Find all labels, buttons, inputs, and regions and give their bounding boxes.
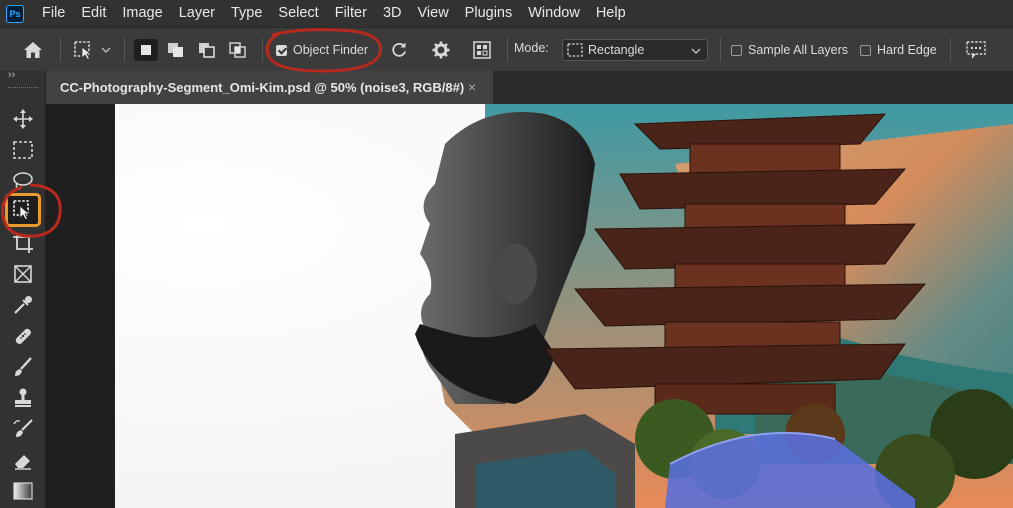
- move-icon: [13, 109, 33, 129]
- collapse-panel-icon[interactable]: ››: [8, 69, 15, 81]
- select-and-mask-button[interactable]: [962, 38, 990, 62]
- eyedropper-tool[interactable]: [8, 291, 38, 319]
- bandage-icon: [15, 328, 31, 344]
- object-finder-label: Object Finder: [293, 43, 369, 57]
- object-selection-icon: [74, 41, 93, 60]
- new-selection-icon: [141, 45, 151, 55]
- refresh-icon: [392, 42, 406, 57]
- refresh-button[interactable]: [386, 38, 412, 62]
- spot-healing-brush-tool[interactable]: [8, 322, 38, 350]
- intersect-selection-button[interactable]: [226, 39, 250, 61]
- menu-file[interactable]: File: [34, 0, 73, 27]
- add-to-selection-button[interactable]: [164, 39, 188, 61]
- crop-tool[interactable]: [8, 229, 38, 257]
- lasso-tool[interactable]: [8, 167, 38, 195]
- eraser-tool[interactable]: [8, 446, 38, 474]
- subtract-selection-icon: [199, 43, 215, 58]
- close-icon[interactable]: ×: [468, 79, 476, 95]
- rectangle-marquee-icon: [567, 43, 583, 57]
- intersect-selection-icon: [229, 42, 246, 58]
- document-tab-strip: CC-Photography-Segment_Omi-Kim.psd @ 50%…: [46, 71, 1013, 104]
- document-tab-title: CC-Photography-Segment_Omi-Kim.psd @ 50%…: [60, 80, 465, 95]
- chevron-down-icon: [691, 48, 701, 54]
- new-selection-button[interactable]: [134, 39, 158, 61]
- home-button[interactable]: [20, 38, 46, 62]
- crop-icon: [13, 233, 33, 253]
- menu-image[interactable]: Image: [114, 0, 170, 27]
- mode-label: Mode:: [514, 41, 549, 55]
- hard-edge-label: Hard Edge: [877, 43, 937, 57]
- object-selection-icon: [13, 200, 31, 221]
- frame-icon: [14, 265, 32, 283]
- brush-icon: [15, 357, 32, 376]
- stamp-icon: [15, 388, 31, 407]
- object-finder-toggle[interactable]: Object Finder: [276, 40, 368, 60]
- options-bar: Object Finder Mode: Rectangle Sample All…: [0, 27, 1013, 71]
- photoshop-logo: Ps: [6, 4, 24, 23]
- menu-select[interactable]: Select: [270, 0, 326, 27]
- tools-panel: ››: [0, 69, 46, 508]
- tool-preset-picker[interactable]: [70, 38, 114, 62]
- menu-filter[interactable]: Filter: [327, 0, 375, 27]
- menu-type[interactable]: Type: [223, 0, 270, 27]
- subtract-from-selection-button[interactable]: [195, 39, 219, 61]
- eyedropper-icon: [14, 296, 32, 314]
- sample-all-layers-label: Sample All Layers: [748, 43, 849, 57]
- rectangular-marquee-tool[interactable]: [8, 136, 38, 164]
- menu-window[interactable]: Window: [520, 0, 588, 27]
- object-selection-tool[interactable]: [5, 193, 41, 227]
- document-canvas[interactable]: [115, 104, 1013, 508]
- gradient-icon: [13, 482, 33, 500]
- show-all-objects-button[interactable]: [469, 38, 495, 62]
- menu-layer[interactable]: Layer: [171, 0, 223, 27]
- panel-grip[interactable]: [8, 87, 38, 90]
- settings-button[interactable]: [428, 38, 454, 62]
- lasso-icon: [13, 172, 33, 190]
- object-finder-checkbox[interactable]: [276, 44, 287, 56]
- document-tab[interactable]: CC-Photography-Segment_Omi-Kim.psd @ 50%…: [46, 71, 493, 104]
- menu-bar: Ps File Edit Image Layer Type Select Fil…: [0, 0, 1013, 27]
- add-selection-icon: [168, 43, 183, 57]
- mode-dropdown[interactable]: Rectangle: [562, 39, 708, 61]
- menu-plugins[interactable]: Plugins: [457, 0, 521, 27]
- gear-icon: [432, 41, 450, 59]
- show-objects-icon: [473, 41, 491, 59]
- marquee-icon: [13, 141, 33, 159]
- gradient-tool[interactable]: [8, 477, 38, 505]
- mode-value: Rectangle: [588, 43, 645, 57]
- sample-all-layers-checkbox[interactable]: [731, 44, 742, 56]
- hard-edge-checkbox[interactable]: [860, 44, 871, 56]
- clone-stamp-tool[interactable]: [8, 384, 38, 412]
- menu-view[interactable]: View: [410, 0, 457, 27]
- history-brush-icon: [13, 419, 33, 437]
- speech-bubble-icon: [966, 41, 986, 59]
- eraser-icon: [15, 455, 31, 470]
- sample-all-layers-toggle[interactable]: Sample All Layers: [731, 40, 848, 60]
- move-tool[interactable]: [8, 105, 38, 133]
- hard-edge-toggle[interactable]: Hard Edge: [860, 40, 937, 60]
- photo-composite: [115, 104, 1013, 508]
- history-brush-tool[interactable]: [8, 415, 38, 443]
- frame-tool[interactable]: [8, 260, 38, 288]
- brush-tool[interactable]: [8, 353, 38, 381]
- menu-edit[interactable]: Edit: [73, 0, 114, 27]
- menu-help[interactable]: Help: [588, 0, 634, 27]
- home-icon: [24, 42, 42, 58]
- chevron-down-icon: [101, 47, 111, 53]
- menu-3d[interactable]: 3D: [375, 0, 410, 27]
